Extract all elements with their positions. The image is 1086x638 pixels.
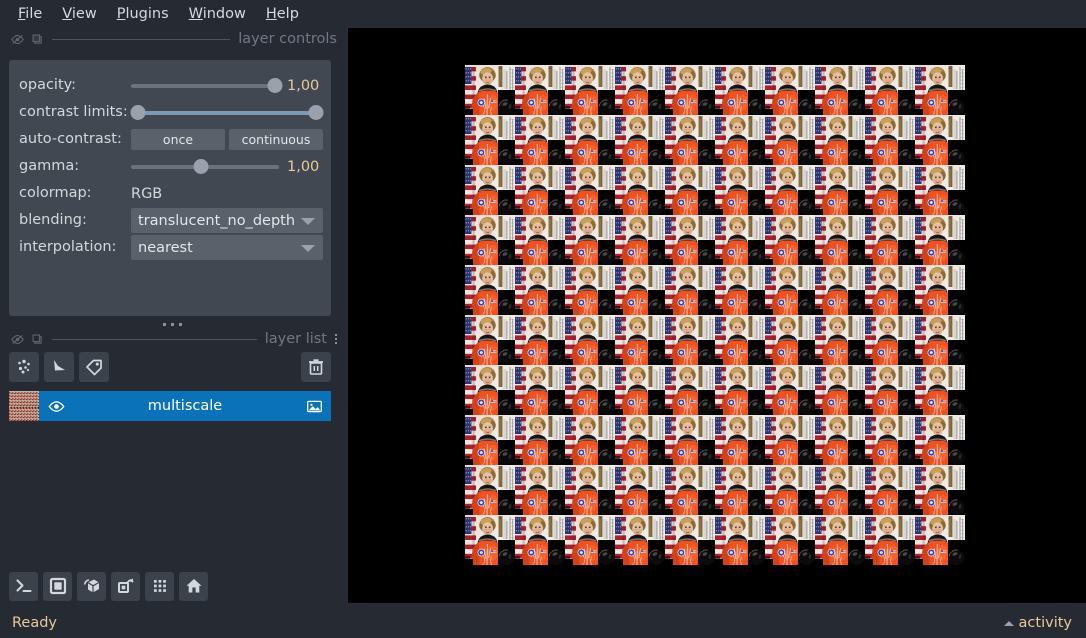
menu-help[interactable]: Help: [258, 3, 307, 25]
image-layer-icon: [304, 398, 324, 415]
grid-icon: [153, 580, 166, 592]
menu-help-rest: elp: [276, 6, 299, 22]
home-icon: [186, 579, 201, 593]
activity-label: activity: [1018, 615, 1072, 631]
trash-icon: [309, 359, 323, 375]
viewer-canvas[interactable]: [348, 28, 1086, 603]
new-labels-layer-button[interactable]: [79, 352, 109, 382]
layer-thumbnail: [9, 391, 39, 421]
menu-plugins[interactable]: Plugins: [109, 3, 177, 25]
opacity-slider-track: [131, 83, 279, 88]
reset-view-button[interactable]: [179, 571, 208, 601]
ndisplay-2d-button[interactable]: [43, 571, 72, 601]
points-icon: [18, 359, 30, 374]
menu-window[interactable]: Window: [181, 3, 254, 25]
layer-thumbnail-canvas: [9, 391, 39, 421]
layer-list-titlebar: layer list: [0, 329, 345, 349]
console-button[interactable]: [9, 571, 38, 601]
kebab-dot: [335, 338, 337, 340]
menu-help-mnemonic: H: [265, 6, 277, 22]
square-icon: [49, 577, 66, 595]
cube-icon: [83, 579, 99, 593]
contrast-limits-handle-low[interactable]: [130, 105, 146, 120]
opacity-label: opacity:: [19, 77, 77, 93]
chevron-down-icon: [301, 244, 315, 252]
menu-view-rest: iew: [71, 6, 97, 22]
layer-controls-panel: opacity: 1,00 contrast limits: auto-cont…: [9, 60, 331, 316]
interpolation-combobox[interactable]: nearest: [131, 235, 323, 260]
menu-bar: File View Plugins Window Help: [0, 0, 1086, 28]
status-bar: Ready activity: [0, 608, 1086, 638]
viewer-buttons-bar: [9, 570, 331, 602]
colormap-value: RGB: [131, 185, 163, 202]
layer-list-title: layer list: [264, 331, 327, 347]
grip-dot: [163, 322, 166, 326]
contrast-limits-label: contrast limits:: [19, 104, 128, 120]
menu-plugins-rest: lugins: [125, 6, 169, 22]
kebab-menu-icon[interactable]: [331, 331, 341, 347]
layer-name-label: multiscale: [147, 398, 223, 414]
opacity-slider-handle[interactable]: [267, 78, 283, 93]
menu-view[interactable]: View: [54, 3, 104, 25]
menu-view-mnemonic: V: [62, 6, 72, 22]
float-dock-icon[interactable]: [10, 32, 24, 46]
ndisplay-3d-button[interactable]: [77, 571, 106, 601]
image-layer-canvas[interactable]: [465, 65, 965, 568]
contrast-limits-handle-high[interactable]: [308, 105, 324, 120]
auto-contrast-label: auto-contrast:: [19, 131, 122, 147]
interpolation-value: nearest: [138, 239, 193, 256]
terminal-icon: [15, 579, 32, 593]
grip-dot: [171, 322, 174, 326]
napari-window: File View Plugins Window Help layer cont…: [0, 0, 1086, 638]
dock-splitter-handle[interactable]: [0, 319, 345, 329]
auto-contrast-once-button[interactable]: once: [131, 129, 225, 150]
status-message: Ready: [12, 615, 58, 631]
menu-window-mnemonic: W: [188, 6, 203, 22]
labels-icon: [86, 359, 102, 376]
menu-file-rest: ile: [25, 6, 43, 22]
grid-view-button[interactable]: [145, 571, 174, 601]
blending-label: blending:: [19, 212, 87, 228]
eye-icon[interactable]: [46, 398, 66, 415]
chevron-up-icon: [1003, 620, 1014, 626]
blending-combobox[interactable]: translucent_no_depth: [131, 208, 323, 233]
gamma-label: gamma:: [19, 158, 80, 174]
interpolation-label: interpolation:: [19, 239, 117, 255]
blending-value: translucent_no_depth: [138, 212, 296, 229]
gamma-slider-handle[interactable]: [193, 159, 209, 174]
grip-dot: [179, 322, 182, 326]
opacity-value: 1,00: [287, 77, 320, 94]
dock-title-rule: [52, 38, 231, 40]
menu-window-rest: indow: [202, 6, 246, 22]
float-dock-icon[interactable]: [10, 332, 24, 346]
new-points-layer-button[interactable]: [9, 352, 39, 382]
layer-list-toolbar: [9, 352, 331, 382]
opacity-slider[interactable]: [131, 77, 283, 95]
close-dock-icon[interactable]: [30, 32, 44, 46]
roll-icon: [117, 578, 133, 593]
dock-title-rule: [52, 338, 257, 340]
layer-controls-title: layer controls: [238, 31, 337, 47]
left-dock-area: layer controls opacity: 1,00 contrast li…: [0, 28, 345, 638]
layer-controls-titlebar: layer controls: [0, 28, 345, 50]
layer-row-body[interactable]: multiscale: [39, 391, 331, 421]
roll-dims-button[interactable]: [111, 571, 140, 601]
auto-contrast-continuous-button[interactable]: continuous: [229, 129, 323, 150]
gamma-value: 1,00: [287, 158, 320, 175]
chevron-down-icon: [301, 217, 315, 225]
contrast-limits-fill: [136, 110, 318, 115]
delete-layer-button[interactable]: [301, 352, 331, 382]
contrast-limits-slider[interactable]: [130, 104, 324, 122]
menu-file[interactable]: File: [10, 3, 50, 25]
close-dock-icon[interactable]: [30, 332, 44, 346]
layer-list-item-multiscale[interactable]: multiscale: [9, 391, 331, 421]
shapes-icon: [54, 360, 65, 371]
kebab-dot: [335, 342, 337, 344]
activity-button[interactable]: activity: [1003, 615, 1072, 631]
kebab-dot: [335, 334, 337, 336]
new-shapes-layer-button[interactable]: [44, 352, 74, 382]
gamma-slider[interactable]: [131, 158, 279, 176]
colormap-label: colormap:: [19, 185, 92, 201]
